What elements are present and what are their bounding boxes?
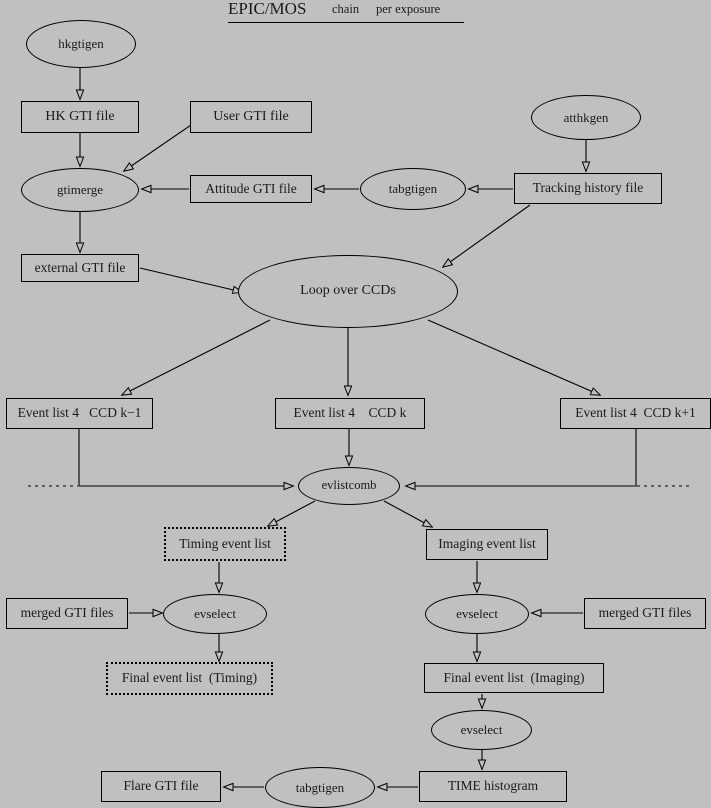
node-final_imaging: Final event list (Imaging) bbox=[424, 663, 604, 693]
node-label-final_imaging: Final event list (Imaging) bbox=[443, 669, 585, 685]
node-label-evselect_timing: evselect bbox=[194, 606, 236, 622]
node-event_list_km1: Event list 4 CCD k−1 bbox=[6, 398, 153, 429]
node-label-tabgtigen_bottom: tabgtigen bbox=[295, 779, 345, 795]
edge-loop-kp1 bbox=[427, 319, 600, 395]
node-gtimerge: gtimerge bbox=[21, 168, 139, 212]
diagram-title: EPIC/MOS chain per exposure bbox=[228, 0, 464, 23]
node-imaging_event_list: Imaging event list bbox=[426, 529, 548, 560]
title-chain-text: chain bbox=[332, 2, 360, 16]
edge-evlistcomb-imaging bbox=[383, 500, 432, 527]
node-label-user_gti_file: User GTI file bbox=[213, 108, 289, 124]
node-time_histogram: TIME histogram bbox=[419, 771, 567, 802]
node-label-hk_gti_file: HK GTI file bbox=[45, 108, 115, 124]
node-evlistcomb: evlistcomb bbox=[298, 467, 400, 505]
flowchart-diagram: EPIC/MOS chain per exposure hkgtigen HK … bbox=[0, 0, 711, 808]
node-atthkgen: atthkgen bbox=[531, 95, 641, 140]
node-final_timing: Final event list (Timing) bbox=[106, 662, 273, 695]
node-merged_gti_left: merged GTI files bbox=[6, 598, 128, 629]
node-event_list_k: Event list 4 CCD k bbox=[275, 398, 425, 429]
node-user_gti_file: User GTI file bbox=[190, 101, 312, 133]
node-label-event_list_k: Event list 4 CCD k bbox=[293, 405, 407, 421]
node-hkgtigen: hkgtigen bbox=[26, 20, 136, 68]
edge-track-loop bbox=[443, 204, 531, 267]
node-label-flare_gti_file: Flare GTI file bbox=[123, 778, 199, 794]
node-label-tracking_history: Tracking history file bbox=[532, 180, 644, 196]
node-label-tabgtigen_top: tabgtigen bbox=[388, 181, 438, 197]
node-label-event_list_kp1: Event list 4 CCD k+1 bbox=[575, 405, 696, 421]
node-tabgtigen_bottom: tabgtigen bbox=[265, 767, 375, 808]
node-label-evlistcomb: evlistcomb bbox=[321, 478, 377, 493]
node-label-loop_over_ccds: Loop over CCDs bbox=[300, 283, 396, 299]
node-label-gtimerge: gtimerge bbox=[57, 182, 103, 198]
node-merged_gti_right: merged GTI files bbox=[584, 598, 706, 629]
node-label-time_histogram: TIME histogram bbox=[447, 778, 539, 794]
node-label-final_timing: Final event list (Timing) bbox=[121, 670, 258, 686]
node-attitude_gti_file: Attitude GTI file bbox=[190, 175, 312, 203]
node-label-external_gti_file: external GTI file bbox=[34, 259, 126, 275]
node-evselect_imaging: evselect bbox=[425, 594, 529, 634]
edge-evlistcomb-timing bbox=[268, 500, 316, 526]
node-label-hkgtigen: hkgtigen bbox=[58, 36, 104, 52]
title-exposure-text: per exposure bbox=[376, 2, 441, 16]
node-tracking_history: Tracking history file bbox=[514, 173, 662, 204]
node-label-timing_event_list: Timing event list bbox=[179, 535, 271, 551]
node-timing_event_list: Timing event list bbox=[164, 527, 286, 561]
node-loop_over_ccds: Loop over CCDs bbox=[238, 255, 458, 328]
node-label-atthkgen: atthkgen bbox=[563, 109, 609, 125]
node-flare_gti_file: Flare GTI file bbox=[101, 771, 221, 802]
edge-km1-evlistcomb bbox=[78, 429, 293, 486]
node-label-imaging_event_list: Imaging event list bbox=[438, 536, 536, 552]
node-label-merged_gti_right: merged GTI files bbox=[598, 605, 692, 621]
edge-extgti-loop bbox=[139, 267, 242, 292]
node-external_gti_file: external GTI file bbox=[21, 254, 139, 282]
edge-kp1-evlistcomb bbox=[406, 429, 637, 486]
node-label-event_list_km1: Event list 4 CCD k−1 bbox=[17, 405, 142, 421]
node-event_list_kp1: Event list 4 CCD k+1 bbox=[560, 398, 711, 429]
node-tabgtigen_top: tabgtigen bbox=[360, 168, 466, 210]
node-label-attitude_gti_file: Attitude GTI file bbox=[205, 180, 297, 196]
node-label-evselect_hist: evselect bbox=[460, 722, 503, 738]
node-evselect_timing: evselect bbox=[163, 594, 267, 634]
node-evselect_hist: evselect bbox=[431, 710, 532, 750]
title-main-text: EPIC/MOS bbox=[228, 0, 307, 18]
edge-loop-km1 bbox=[122, 319, 271, 395]
node-hk_gti_file: HK GTI file bbox=[21, 101, 139, 133]
node-label-evselect_imaging: evselect bbox=[456, 606, 498, 622]
node-label-merged_gti_left: merged GTI files bbox=[20, 605, 114, 621]
